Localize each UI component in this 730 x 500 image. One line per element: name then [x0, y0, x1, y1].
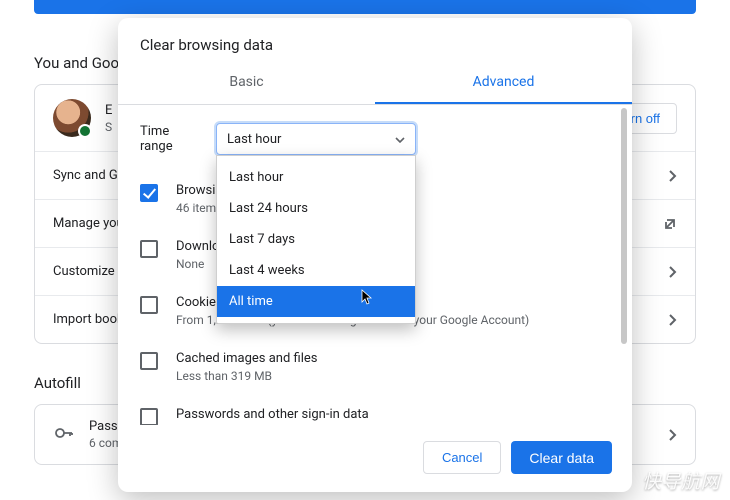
dropdown-option[interactable]: Last 24 hours [217, 193, 415, 224]
chevron-right-icon [669, 314, 677, 326]
list-item: Passwords and other sign-in data None [140, 399, 610, 425]
scrollbar-thumb[interactable] [621, 108, 627, 344]
time-range-dropdown: Last hour Last 24 hours Last 7 days Last… [216, 155, 416, 324]
tab-advanced[interactable]: Advanced [375, 60, 632, 104]
key-icon [53, 422, 75, 448]
chevron-right-icon [669, 429, 677, 441]
caret-down-icon [395, 132, 405, 147]
dialog-title: Clear browsing data [118, 18, 632, 60]
tab-basic[interactable]: Basic [118, 60, 375, 104]
list-item: Cached images and files Less than 319 MB [140, 343, 610, 399]
account-sub: S [105, 120, 112, 134]
cancel-button[interactable]: Cancel [423, 441, 501, 474]
time-range-label: Time range [140, 124, 202, 154]
dropdown-option[interactable]: All time [217, 286, 415, 317]
dropdown-option[interactable]: Last 7 days [217, 224, 415, 255]
item-title: Passwords and other sign-in data [176, 407, 369, 422]
checkbox-cached[interactable] [140, 352, 158, 370]
checkbox-cookies[interactable] [140, 296, 158, 314]
item-title: Cached images and files [176, 351, 317, 366]
dropdown-option[interactable]: Last hour [217, 162, 415, 193]
scrollbar[interactable] [621, 108, 627, 425]
avatar [53, 99, 91, 137]
checkbox-passwords[interactable] [140, 408, 158, 425]
chevron-right-icon [669, 266, 677, 278]
dropdown-option-label: All time [229, 294, 273, 309]
clear-browsing-data-dialog: Clear browsing data Basic Advanced Time … [118, 18, 632, 492]
checkbox-download-history[interactable] [140, 240, 158, 258]
cursor-icon [361, 289, 373, 305]
search-bar-band [34, 0, 696, 14]
time-range-value: Last hour [227, 132, 281, 147]
account-name: E [105, 103, 112, 118]
dialog-tabs: Basic Advanced [118, 60, 632, 104]
checkbox-browsing-history[interactable] [140, 184, 158, 202]
dropdown-option[interactable]: Last 4 weeks [217, 255, 415, 286]
external-link-icon [663, 217, 677, 231]
chevron-right-icon [669, 170, 677, 182]
time-range-select[interactable]: Last hour [216, 123, 416, 155]
presence-dot-icon [78, 124, 92, 138]
item-sub: Less than 319 MB [176, 369, 317, 383]
clear-data-button[interactable]: Clear data [511, 441, 612, 474]
